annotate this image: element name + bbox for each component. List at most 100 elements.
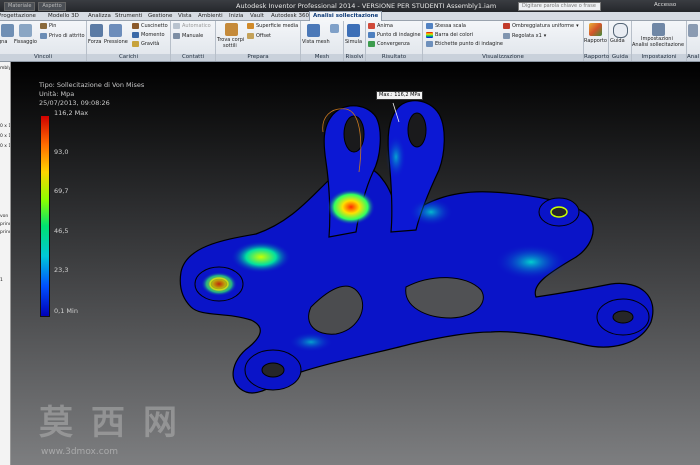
ribbon: gna Fissaggio Pin Privo di attrito Vinco…: [0, 21, 700, 62]
ribbon-tab-bar: Progettazione Modello 3D Analizza Strume…: [0, 11, 700, 21]
panel-prepara: Trova corpi sottili Superficie media Off…: [216, 21, 301, 61]
gravity-label: Gravità: [141, 41, 160, 47]
midsurface-icon: [247, 23, 254, 29]
fissaggio-icon[interactable]: [19, 24, 32, 37]
manual-contacts-label: Manuale: [182, 33, 204, 39]
tab-analisi-sollecitazione[interactable]: Analisi sollecitazione: [309, 11, 383, 21]
analysis-icon[interactable]: [688, 24, 698, 37]
panel-label-guida: Guida: [609, 54, 631, 61]
panel-label-vincoli: Vincoli: [0, 54, 86, 61]
same-scale-label: Stessa scala: [435, 23, 466, 29]
pressure-label: Pressione: [104, 39, 128, 45]
browser-item[interactable]: 1: [0, 278, 3, 283]
browser-item[interactable]: principale: [0, 222, 10, 227]
pin-button[interactable]: Pin: [40, 23, 56, 29]
probe-labels-icon: [426, 41, 433, 47]
manual-contacts-button[interactable]: Manuale: [173, 33, 203, 39]
browser-item[interactable]: von Mises: [0, 214, 10, 219]
help-icon[interactable]: [613, 23, 628, 38]
browser-item[interactable]: mbly1: [0, 66, 10, 71]
mesh-view-icon[interactable]: [307, 24, 320, 37]
moment-button[interactable]: Momento: [132, 32, 165, 38]
tab-modello-3d[interactable]: Modello 3D: [48, 12, 79, 20]
stress-hotspot-7: [289, 332, 333, 352]
tab-ambienti[interactable]: Ambienti: [198, 12, 223, 20]
search-input[interactable]: Digitare parola chiave o frase: [518, 2, 601, 11]
panel-visualizzazione: Stessa scala Barra dei colori Etichette …: [423, 21, 584, 61]
panel-label-risultato: Risultato: [366, 54, 422, 61]
adjusted-scale-dropdown[interactable]: Regolata x1 ▾: [503, 33, 546, 39]
material-dropdown[interactable]: Materiale: [4, 2, 36, 11]
boss-right-top-hole: [550, 206, 568, 218]
color-bar-label: Barra dei colori: [435, 32, 474, 38]
tab-inizia[interactable]: Inizia: [229, 12, 243, 20]
shading-dropdown[interactable]: Ombreggiatura uniforme ▾: [503, 23, 579, 29]
stress-hotspot-max: [327, 189, 375, 225]
automatic-contacts-button[interactable]: Automatico: [173, 23, 211, 29]
browser-item[interactable]: 0 x 1.5x16i: [0, 124, 10, 129]
tab-progettazione[interactable]: Progettazione: [0, 12, 36, 20]
same-scale-button[interactable]: Stessa scala: [426, 23, 466, 29]
panel-label-contatti: Contatti: [171, 54, 215, 61]
bearing-icon: [132, 23, 139, 29]
force-label: Forza: [88, 39, 102, 45]
moment-icon: [132, 32, 139, 38]
appearance-dropdown[interactable]: Aspetto: [38, 2, 66, 11]
gravity-button[interactable]: Gravità: [132, 41, 159, 47]
same-scale-icon: [426, 23, 433, 29]
settings-icon[interactable]: [652, 23, 665, 36]
animate-button[interactable]: Anima: [368, 23, 393, 29]
automatic-contacts-icon: [173, 23, 180, 29]
pin-icon: [40, 23, 47, 29]
panel-label-risolvi: Risolvi: [344, 54, 365, 61]
tab-vault[interactable]: Vault: [250, 12, 264, 20]
chevron-down-icon: ▾: [576, 23, 579, 29]
offset-button[interactable]: Offset: [247, 33, 271, 39]
offset-label: Offset: [256, 33, 272, 39]
panel-rapporto: Rapporto Rapporto: [584, 21, 609, 61]
report-icon[interactable]: [589, 23, 602, 36]
browser-item[interactable]: 0 x 1.5x16i: [0, 134, 10, 139]
bearing-button[interactable]: Cuscinetto: [132, 23, 168, 29]
panel-label-prepara: Prepara: [216, 54, 300, 61]
tab-gestione[interactable]: Gestione: [148, 12, 172, 20]
convergence-button[interactable]: Convergenza: [368, 41, 410, 47]
simulate-icon[interactable]: [347, 24, 360, 37]
tab-vista[interactable]: Vista: [178, 12, 192, 20]
window-title: Autodesk Inventor Professional 2014 - VE…: [236, 2, 497, 10]
panel-label-impostazioni: Impostazioni: [632, 54, 686, 61]
panel-contatti: Automatico Manuale Contatti: [171, 21, 216, 61]
midsurface-button[interactable]: Superficie media: [247, 23, 298, 29]
panel-carichi: Forza Pressione Cuscinetto Momento Gravi…: [87, 21, 171, 61]
stress-hotspot-6: [386, 135, 406, 179]
browser-item[interactable]: 0 x 1.5x16i: [0, 144, 10, 149]
stress-hotspot-5: [409, 198, 453, 226]
mesh-view-label: Vista mesh: [302, 39, 330, 45]
scale-icon: [503, 33, 510, 39]
stress-hotspot-4: [495, 244, 567, 280]
tab-analizza[interactable]: Analizza: [88, 12, 111, 20]
panel-impostazioni: Impostazioni Analisi sollecitazione Impo…: [632, 21, 687, 61]
probe-label: Punto di indagine: [377, 32, 421, 38]
panel-label-anal: Anal: [687, 54, 700, 61]
pressure-icon[interactable]: [109, 24, 122, 37]
frictionless-button[interactable]: Privo di attrito: [40, 33, 85, 39]
tab-strumenti[interactable]: Strumenti: [115, 12, 142, 20]
color-bar-button[interactable]: Barra dei colori: [426, 32, 473, 38]
graphics-viewport[interactable]: Tipo: Sollecitazione di Von Mises Unità:…: [11, 62, 700, 465]
force-icon[interactable]: [90, 24, 103, 37]
mesh-settings-icon[interactable]: [330, 24, 339, 33]
panel-label-rapporto: Rapporto: [584, 54, 610, 61]
probe-button[interactable]: Punto di indagine: [368, 32, 421, 38]
probe-labels-button[interactable]: Etichette punto di indagine: [426, 41, 503, 47]
fixed-constraint-icon[interactable]: [1, 24, 14, 37]
convergence-icon: [368, 41, 375, 47]
automatic-contacts-label: Automatico: [182, 23, 211, 29]
find-thin-bodies-icon[interactable]: [225, 23, 238, 36]
browser-item[interactable]: principale: [0, 230, 10, 235]
sign-in-link[interactable]: Accesso: [654, 2, 676, 8]
tab-autodesk-360[interactable]: Autodesk 360: [271, 12, 309, 20]
help-label: Guida: [610, 38, 625, 44]
shading-icon: [503, 23, 510, 29]
manual-contacts-icon: [173, 33, 180, 39]
